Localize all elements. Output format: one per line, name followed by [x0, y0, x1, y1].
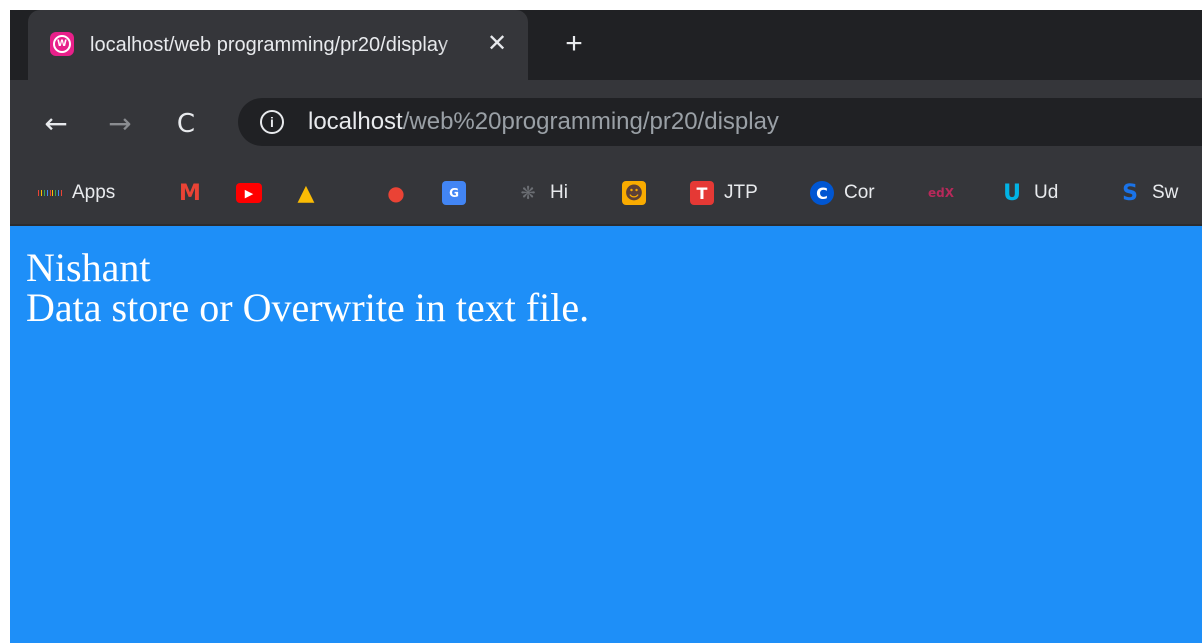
- bookmark-label: Ud: [1034, 182, 1059, 203]
- url-text[interactable]: localhost/web%20programming/pr20/display: [308, 108, 779, 136]
- bookmark-swayam[interactable]: S Sw: [1118, 178, 1178, 208]
- jtp-icon: T: [690, 181, 714, 205]
- bookmark-maps[interactable]: ●: [384, 178, 408, 208]
- url-host: localhost: [308, 108, 403, 135]
- bookmark-label: Sw: [1152, 182, 1179, 203]
- bookmark-translate[interactable]: G: [442, 178, 466, 208]
- translate-icon: G: [442, 181, 466, 205]
- swayam-icon: S: [1122, 180, 1138, 206]
- page-content: Nishant Data store or Overwrite in text …: [10, 226, 1202, 643]
- bookmark-edx[interactable]: edX: [926, 178, 956, 208]
- browser-window: W localhost/web programming/pr20/display…: [10, 10, 1202, 643]
- reload-button[interactable]: C: [168, 106, 204, 142]
- bookmark-drive[interactable]: ▲: [294, 178, 318, 208]
- bookmark-label: Hi: [550, 182, 568, 203]
- bookmark-coursera[interactable]: C Cor: [810, 178, 875, 208]
- bookmark-youtube[interactable]: ▶: [236, 178, 262, 208]
- apps-grid-icon: [38, 181, 63, 205]
- bookmark-hi[interactable]: ❋ Hi: [516, 178, 568, 208]
- avatar-bookmark-icon: ☻: [622, 181, 646, 205]
- tab-title: localhost/web programming/pr20/display: [90, 32, 470, 58]
- close-icon[interactable]: ✕: [483, 30, 511, 58]
- url-path: /web%20programming/pr20/display: [402, 108, 779, 135]
- edx-icon: edX: [928, 186, 954, 200]
- back-button[interactable]: ←: [38, 106, 74, 142]
- message-text: Data store or Overwrite in text file.: [26, 285, 590, 330]
- tab-active[interactable]: W localhost/web programming/pr20/display…: [28, 10, 528, 80]
- drive-icon: ▲: [297, 180, 315, 206]
- wamp-icon: W: [50, 32, 74, 56]
- bug-icon: ❋: [520, 182, 536, 204]
- name-text: Nishant: [26, 245, 151, 290]
- maps-icon: ●: [387, 181, 405, 205]
- page-text: Nishant Data store or Overwrite in text …: [26, 248, 589, 328]
- bookmarks-bar: Apps M ▶ ▲ ● G ❋ Hi ☻ T JTP C Cor edX U …: [10, 164, 1202, 224]
- bookmark-apps[interactable]: Apps: [38, 178, 115, 208]
- toolbar: ← → C i localhost/web%20programming/pr20…: [10, 80, 1202, 164]
- bookmark-label: Cor: [844, 182, 875, 203]
- bookmark-jtp[interactable]: T JTP: [690, 178, 758, 208]
- bookmark-gmail[interactable]: M: [178, 178, 202, 208]
- bookmark-label: Apps: [72, 182, 116, 203]
- tab-strip: W localhost/web programming/pr20/display…: [10, 10, 1202, 80]
- youtube-icon: ▶: [236, 183, 262, 203]
- address-bar[interactable]: i localhost/web%20programming/pr20/displ…: [238, 98, 1202, 146]
- gmail-icon: M: [179, 180, 201, 206]
- site-info-icon[interactable]: i: [260, 110, 284, 134]
- udacity-icon: U: [1003, 180, 1021, 206]
- coursera-icon: C: [810, 181, 834, 205]
- new-tab-button[interactable]: +: [558, 28, 590, 60]
- bookmark-udacity[interactable]: U Ud: [1000, 178, 1058, 208]
- bookmark-avatar[interactable]: ☻: [622, 178, 646, 208]
- bookmark-label: JTP: [724, 182, 758, 203]
- forward-button[interactable]: →: [102, 106, 138, 142]
